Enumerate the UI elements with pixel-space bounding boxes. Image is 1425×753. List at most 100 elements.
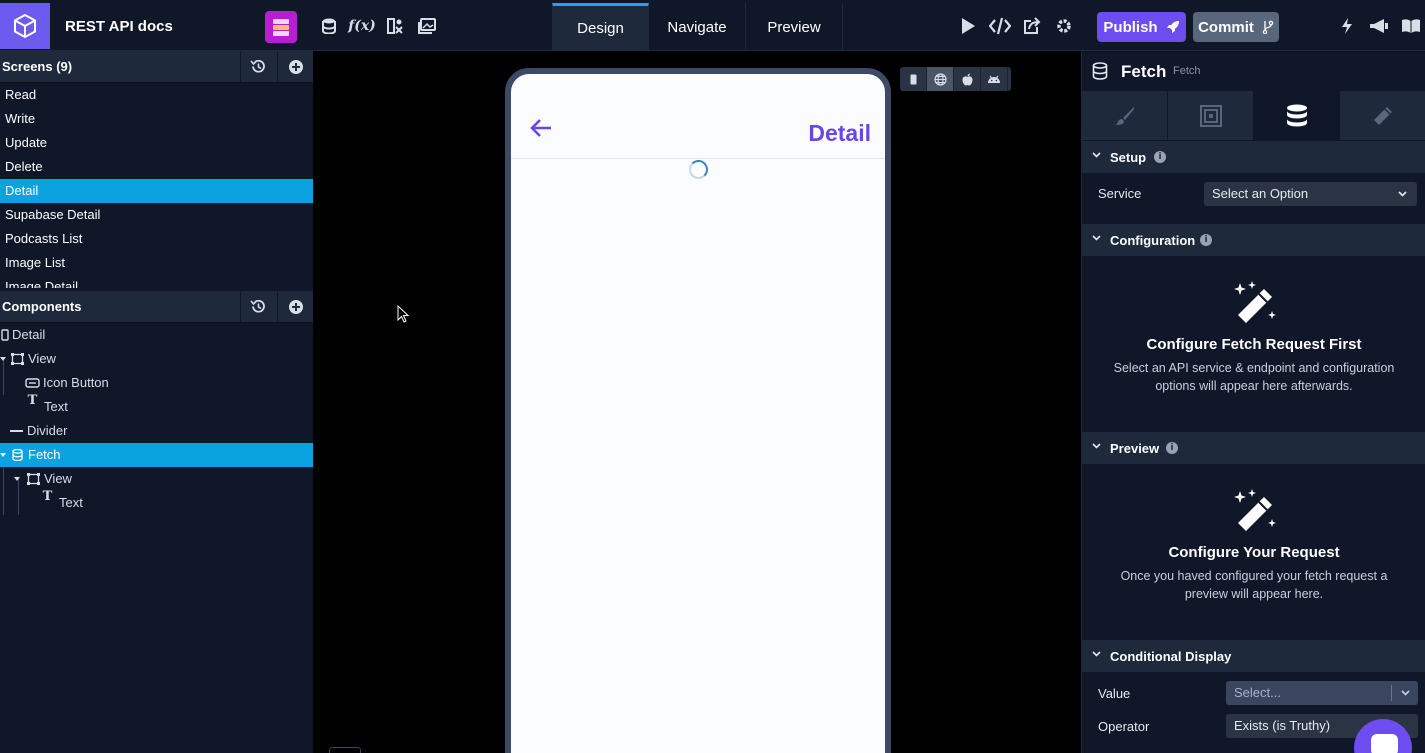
phone-preview[interactable]: Detail (505, 68, 891, 753)
media-icon[interactable] (416, 14, 438, 38)
apple-icon[interactable] (954, 67, 981, 91)
android-icon[interactable] (981, 67, 1008, 91)
bolt-icon[interactable] (1335, 14, 1359, 38)
database-icon (1286, 104, 1307, 126)
conditional-section-header[interactable]: Conditional Display (1082, 640, 1425, 672)
canvas-toggle-button[interactable] (329, 747, 361, 753)
magic-wand-icon (1234, 489, 1276, 531)
left-panel: Screens (9) Read Write Update Delete Det… (0, 51, 313, 753)
project-title: REST API docs (65, 18, 173, 35)
tab-interactions[interactable] (1340, 91, 1425, 140)
arrow-left-icon[interactable] (529, 118, 553, 143)
chevron-down-icon[interactable] (14, 477, 20, 481)
commit-button[interactable]: Commit (1193, 12, 1279, 42)
info-icon[interactable]: i (1200, 234, 1212, 246)
tree-item-divider[interactable]: Divider (0, 419, 313, 443)
screen-item-update[interactable]: Update (0, 131, 313, 155)
history-icon[interactable] (240, 51, 276, 82)
tab-preview[interactable]: Preview (746, 3, 843, 51)
configuration-heading: Configure Fetch Request First (1146, 336, 1362, 353)
preview-empty-state: Configure Your Request Once you haved co… (1082, 487, 1425, 603)
tab-layout[interactable] (1168, 91, 1254, 140)
components-title: Components (2, 299, 82, 314)
platform-switcher (900, 67, 1011, 91)
tab-style[interactable] (1082, 91, 1168, 140)
component-tree: Detail View Icon Button T Text Divider F… (0, 323, 313, 515)
screen-item-podcasts-list[interactable]: Podcasts List (0, 227, 313, 251)
project-icon[interactable] (265, 11, 297, 43)
commit-label: Commit (1198, 18, 1254, 36)
code-icon[interactable] (988, 14, 1012, 38)
panel-header: Fetch Fetch (1082, 51, 1425, 91)
layout-icon (1199, 104, 1222, 127)
history-icon[interactable] (240, 291, 276, 322)
tree-item-fetch[interactable]: Fetch (0, 443, 313, 467)
panel-title: Fetch (1121, 62, 1167, 81)
value-placeholder: Select... (1234, 685, 1281, 700)
chevron-down-icon (1398, 191, 1407, 197)
chat-icon (1371, 734, 1398, 753)
magic-wand-icon (1373, 106, 1392, 125)
configuration-section-header[interactable]: Configuration i (1082, 224, 1425, 256)
tree-label: Detail (12, 327, 46, 342)
megaphone-icon[interactable] (1367, 14, 1391, 38)
info-icon[interactable]: i (1166, 442, 1178, 454)
tool-icons: f(x) (318, 14, 438, 38)
section-title: Preview (1110, 441, 1160, 456)
web-icon[interactable] (927, 67, 954, 91)
tree-item-text[interactable]: T Text (0, 393, 313, 419)
view-icon (11, 353, 24, 365)
screen-item-image-detail[interactable]: Image Detail (0, 275, 313, 288)
book-icon[interactable] (1399, 14, 1423, 38)
components-header: Components (0, 291, 313, 323)
screen-item-detail[interactable]: Detail (0, 179, 313, 203)
chevron-down-icon[interactable] (0, 453, 6, 457)
service-select[interactable]: Select an Option (1204, 182, 1417, 206)
panel-tabs (1082, 91, 1425, 140)
tab-navigate[interactable]: Navigate (649, 3, 746, 51)
publish-button[interactable]: Publish (1097, 12, 1186, 42)
section-title: Conditional Display (1110, 649, 1232, 664)
tree-item-view[interactable]: View (0, 347, 313, 371)
preview-body: Once you haved configured your fetch req… (1120, 569, 1388, 601)
tree-label: Divider (27, 423, 68, 438)
screen-item-write[interactable]: Write (0, 107, 313, 131)
info-icon[interactable]: i (1154, 151, 1166, 163)
mouse-cursor-icon (397, 304, 410, 328)
gear-icon[interactable] (1052, 14, 1076, 38)
magic-wand-icon (1234, 281, 1276, 323)
tree-item-detail[interactable]: Detail (0, 323, 313, 347)
design-canvas[interactable]: Detail (313, 51, 1080, 753)
chevron-down-icon[interactable] (0, 357, 6, 361)
screen-item-image-list[interactable]: Image List (0, 251, 313, 275)
value-select[interactable]: Select... (1226, 681, 1418, 705)
section-title: Setup (1110, 150, 1147, 165)
screen-item-supabase-detail[interactable]: Supabase Detail (0, 203, 313, 227)
screen-item-delete[interactable]: Delete (0, 155, 313, 179)
text-icon: T (27, 393, 38, 408)
app-logo-icon[interactable] (0, 3, 50, 49)
setup-section-header[interactable]: Setup i (1082, 141, 1425, 173)
tab-design[interactable]: Design (552, 3, 649, 51)
function-icon[interactable]: f(x) (348, 14, 376, 38)
share-icon[interactable] (1020, 14, 1044, 38)
preview-section-header[interactable]: Preview i (1082, 432, 1425, 464)
screen-item-read[interactable]: Read (0, 83, 313, 107)
section-title: Configuration (1110, 233, 1196, 248)
tree-label: View (28, 351, 56, 366)
tree-item-text[interactable]: T Text (0, 489, 313, 515)
add-screen-icon[interactable] (277, 51, 313, 82)
phone-icon[interactable] (900, 67, 927, 91)
publish-label: Publish (1103, 18, 1158, 36)
configuration-empty-state: Configure Fetch Request First Select an … (1082, 279, 1425, 395)
chevron-down-icon (1092, 235, 1101, 241)
tree-item-icon-button[interactable]: Icon Button (0, 371, 313, 395)
database-icon[interactable] (318, 14, 340, 38)
play-icon[interactable] (956, 14, 980, 38)
assets-icon[interactable] (384, 14, 406, 38)
tab-data[interactable] (1254, 91, 1340, 140)
add-component-icon[interactable] (277, 291, 313, 322)
tree-label: Fetch (28, 447, 61, 462)
top-bar: REST API docs f(x) Design Navigate Previ… (0, 0, 1425, 51)
operator-label: Operator (1098, 719, 1150, 734)
